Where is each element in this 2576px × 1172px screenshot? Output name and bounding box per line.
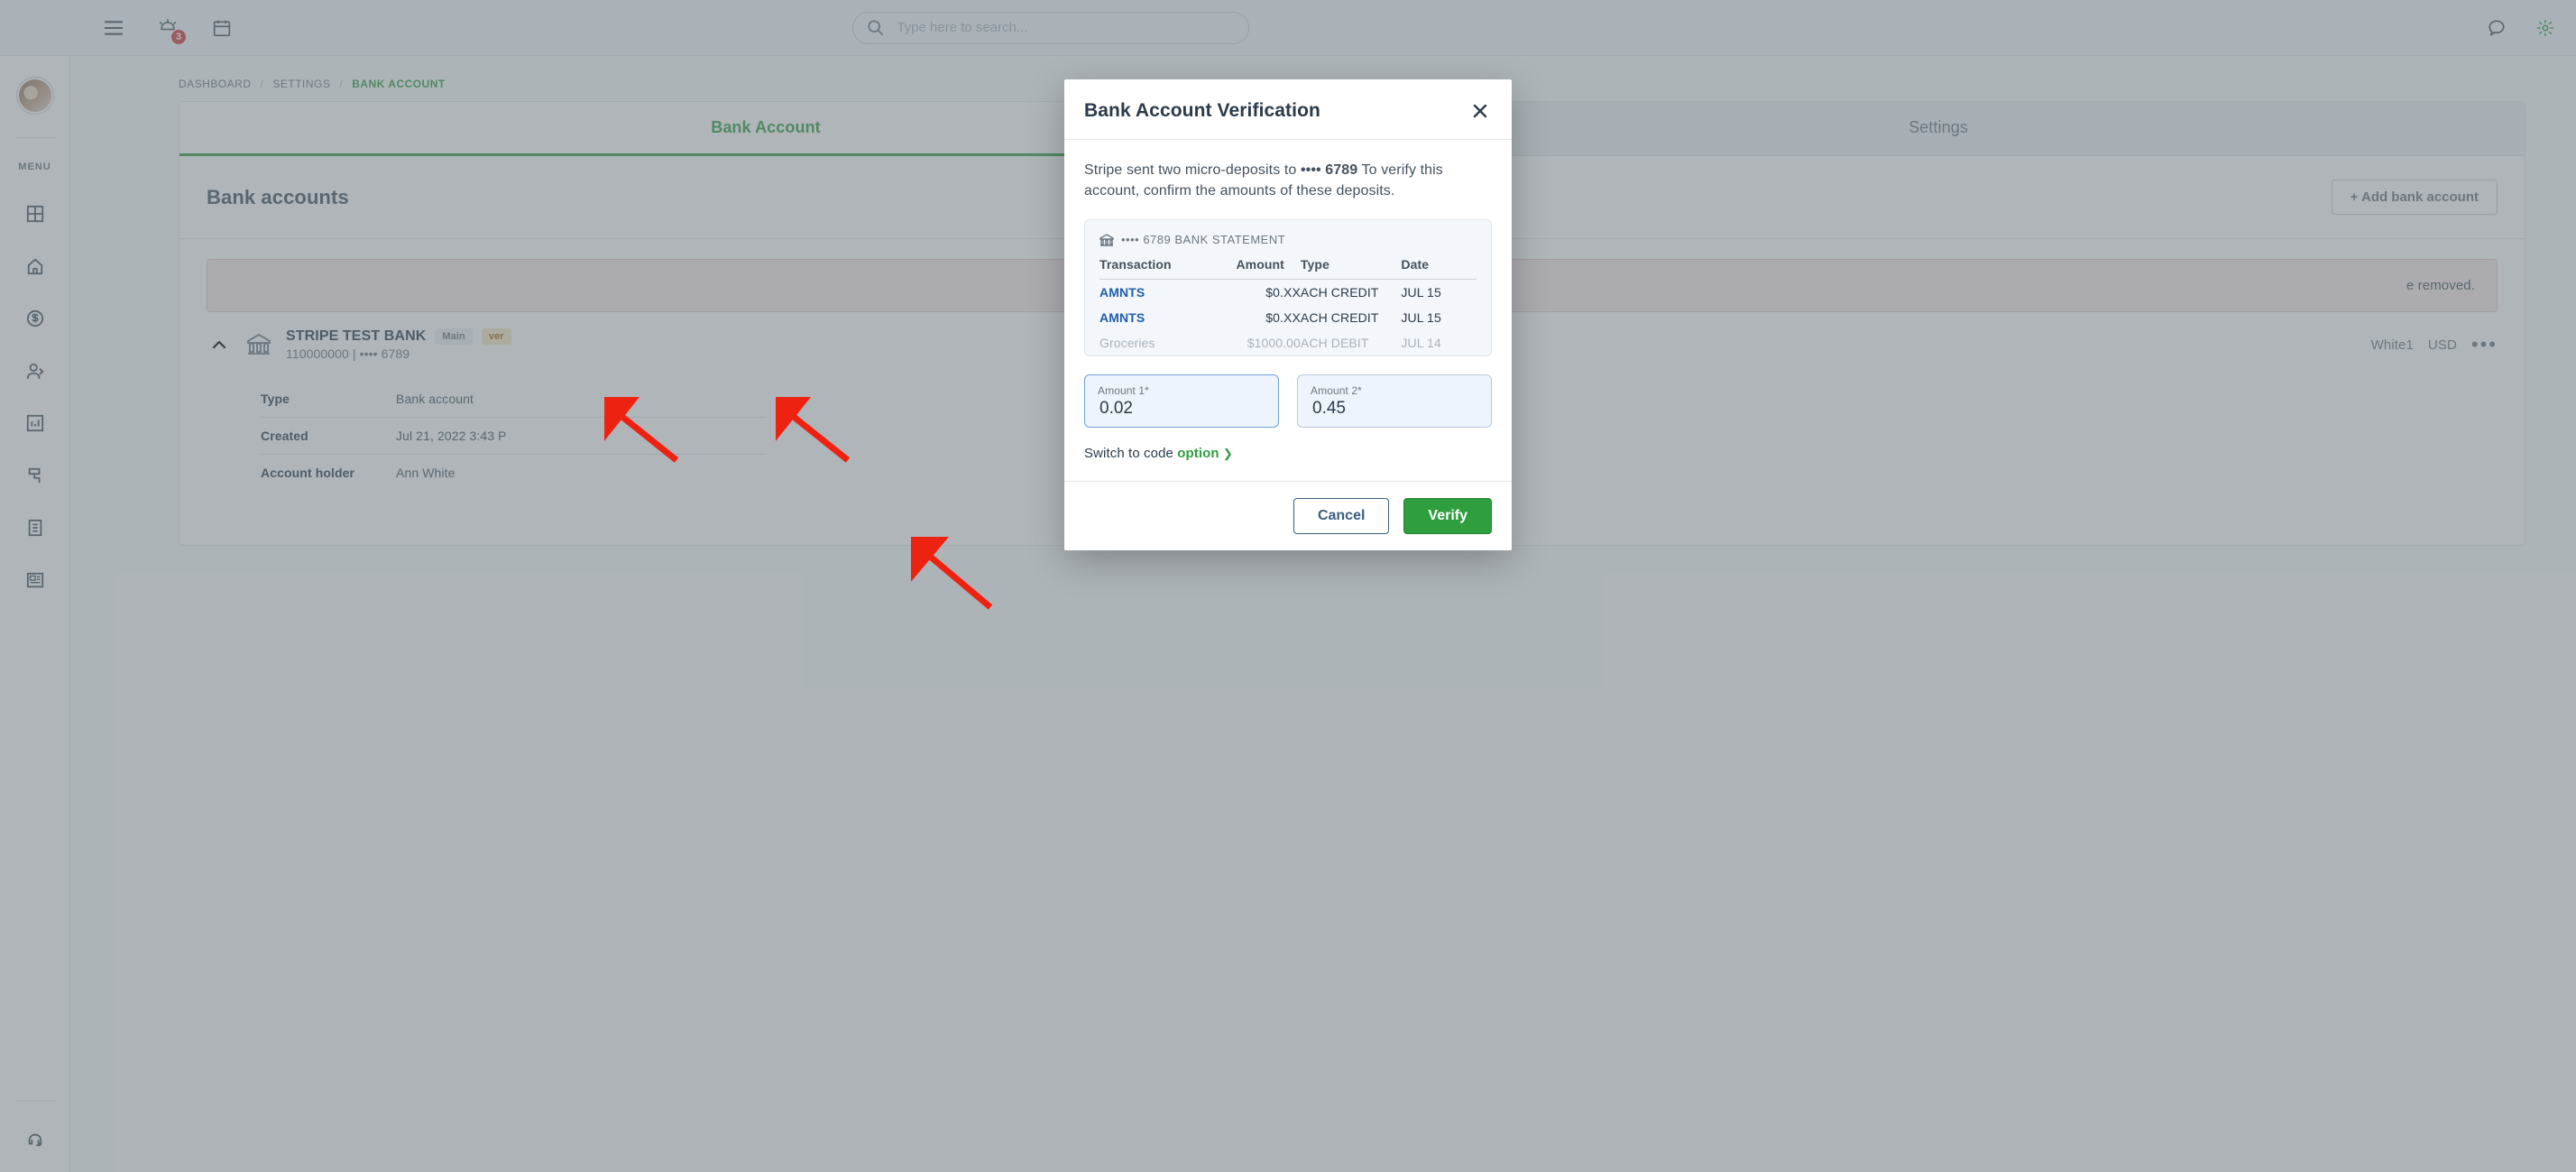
col-amount: Amount	[1217, 257, 1301, 279]
amount-1-field[interactable]: Amount 1*	[1084, 374, 1279, 428]
stmt-r2-txn: AMNTS	[1099, 305, 1217, 330]
verification-modal: Bank Account Verification Stripe sent tw…	[1064, 79, 1512, 550]
stmt-r3-type: ACH DEBIT	[1301, 330, 1401, 355]
modal-description: Stripe sent two micro-deposits to •••• 6…	[1084, 160, 1492, 201]
close-icon	[1472, 103, 1488, 119]
annotation-arrow-1	[604, 397, 685, 469]
stmt-r2-date: JUL 15	[1401, 305, 1477, 330]
stmt-r1-amt: $0.XX	[1217, 280, 1301, 305]
statement-preview: •••• 6789 BANK STATEMENT Transaction Amo…	[1084, 219, 1492, 356]
modal-overlay[interactable]: Bank Account Verification Stripe sent tw…	[0, 0, 2576, 1172]
verify-button[interactable]: Verify	[1403, 498, 1492, 534]
stmt-r1-date: JUL 15	[1401, 280, 1477, 305]
stmt-r3-amt: $1000.00	[1217, 330, 1301, 355]
cancel-button[interactable]: Cancel	[1293, 498, 1389, 534]
switch-to-code-link[interactable]: Switch to code option ❯	[1084, 446, 1492, 461]
chevron-right-icon: ❯	[1223, 447, 1233, 460]
stmt-r3-txn: Groceries	[1099, 330, 1217, 355]
statement-title: •••• 6789 BANK STATEMENT	[1121, 233, 1285, 246]
annotation-arrow-2	[776, 397, 857, 469]
stmt-r1-type: ACH CREDIT	[1301, 280, 1401, 305]
stmt-r2-type: ACH CREDIT	[1301, 305, 1401, 330]
close-button[interactable]	[1468, 99, 1492, 123]
stmt-r3-date: JUL 14	[1401, 330, 1477, 355]
amount-2-label: Amount 2*	[1311, 384, 1478, 397]
bank-icon	[1099, 234, 1114, 246]
stmt-r1-txn: AMNTS	[1099, 280, 1217, 305]
stmt-r2-amt: $0.XX	[1217, 305, 1301, 330]
amount-1-label: Amount 1*	[1098, 384, 1265, 397]
col-date: Date	[1401, 257, 1477, 279]
col-type: Type	[1301, 257, 1401, 279]
annotation-arrow-3	[911, 537, 1001, 618]
amount-2-input[interactable]	[1311, 397, 1478, 420]
amount-1-input[interactable]	[1098, 397, 1265, 420]
modal-title: Bank Account Verification	[1084, 100, 1320, 122]
amount-2-field[interactable]: Amount 2*	[1297, 374, 1492, 428]
col-transaction: Transaction	[1099, 257, 1217, 279]
